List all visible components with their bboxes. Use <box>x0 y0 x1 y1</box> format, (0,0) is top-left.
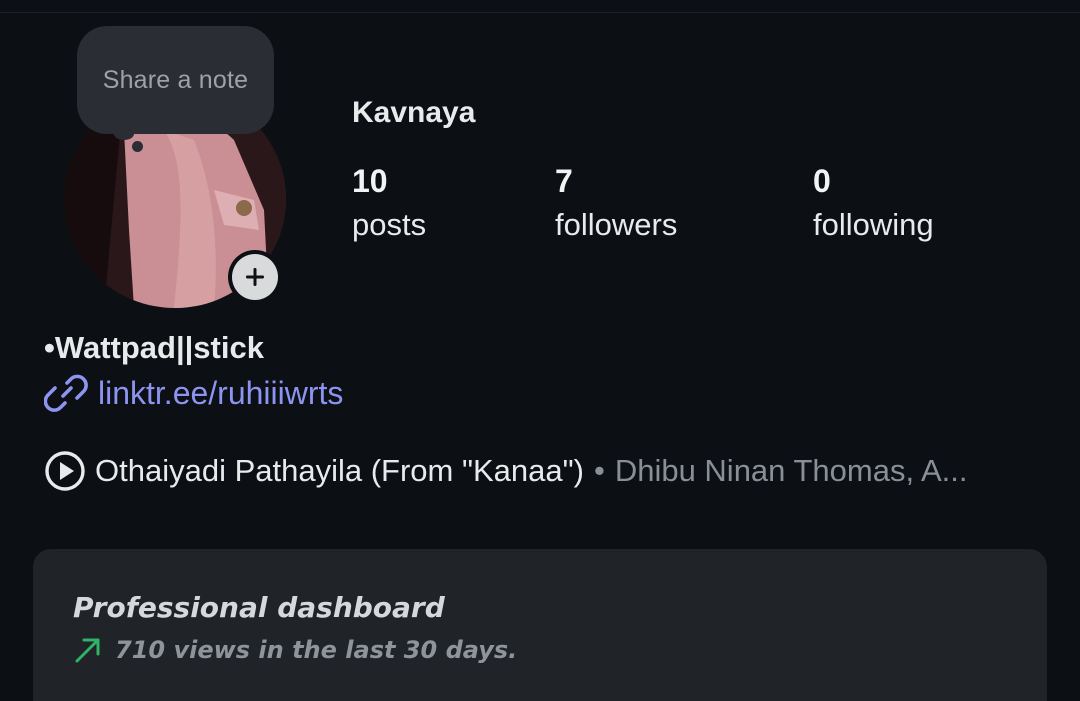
profile-music[interactable]: Othaiyadi Pathayila (From "Kanaa") • Dhi… <box>44 448 967 494</box>
dashboard-subtitle-row: 710 views in the last 30 days. <box>73 635 517 665</box>
link-text[interactable]: linktr.ee/ruhiiiwrts <box>98 375 343 412</box>
professional-dashboard-card[interactable]: Professional dashboard 710 views in the … <box>33 549 1047 701</box>
trend-up-arrow-icon <box>75 638 100 663</box>
username: Kavnaya <box>352 96 476 129</box>
top-divider <box>0 12 1080 13</box>
followers-label: followers <box>555 207 678 242</box>
bio-name: •Wattpad||stick <box>44 330 264 365</box>
following-stat[interactable]: 0 following <box>813 160 934 246</box>
dashboard-views-text: 710 views in the last 30 days. <box>115 636 518 664</box>
add-story-button[interactable] <box>228 250 282 304</box>
note-bubble-tail <box>114 128 134 140</box>
link-icon <box>44 374 88 412</box>
add-story-circle[interactable] <box>232 254 278 300</box>
followers-count: 7 <box>555 163 573 199</box>
following-count: 0 <box>813 163 831 199</box>
profile-page: Share a note Kavnaya 10 posts 7 follower… <box>0 0 1080 701</box>
posts-count: 10 <box>352 163 388 199</box>
share-note-label: Share a note <box>102 65 249 94</box>
plus-icon <box>246 268 264 286</box>
followers-stat[interactable]: 7 followers <box>555 160 677 246</box>
note-bubble-tail-small <box>132 141 143 152</box>
play-circle-icon <box>45 451 85 491</box>
music-artist: Dhibu Ninan Thomas, A... <box>614 453 968 488</box>
dashboard-title: Professional dashboard <box>73 591 445 624</box>
posts-label: posts <box>352 207 427 242</box>
posts-stat[interactable]: 10 posts <box>352 160 426 246</box>
music-separator: • <box>593 453 605 488</box>
bio-link[interactable]: linktr.ee/ruhiiiwrts <box>44 370 343 416</box>
music-title: Othaiyadi Pathayila (From "Kanaa") <box>95 453 584 488</box>
share-note-bubble[interactable]: Share a note <box>77 26 274 134</box>
following-label: following <box>813 207 934 242</box>
